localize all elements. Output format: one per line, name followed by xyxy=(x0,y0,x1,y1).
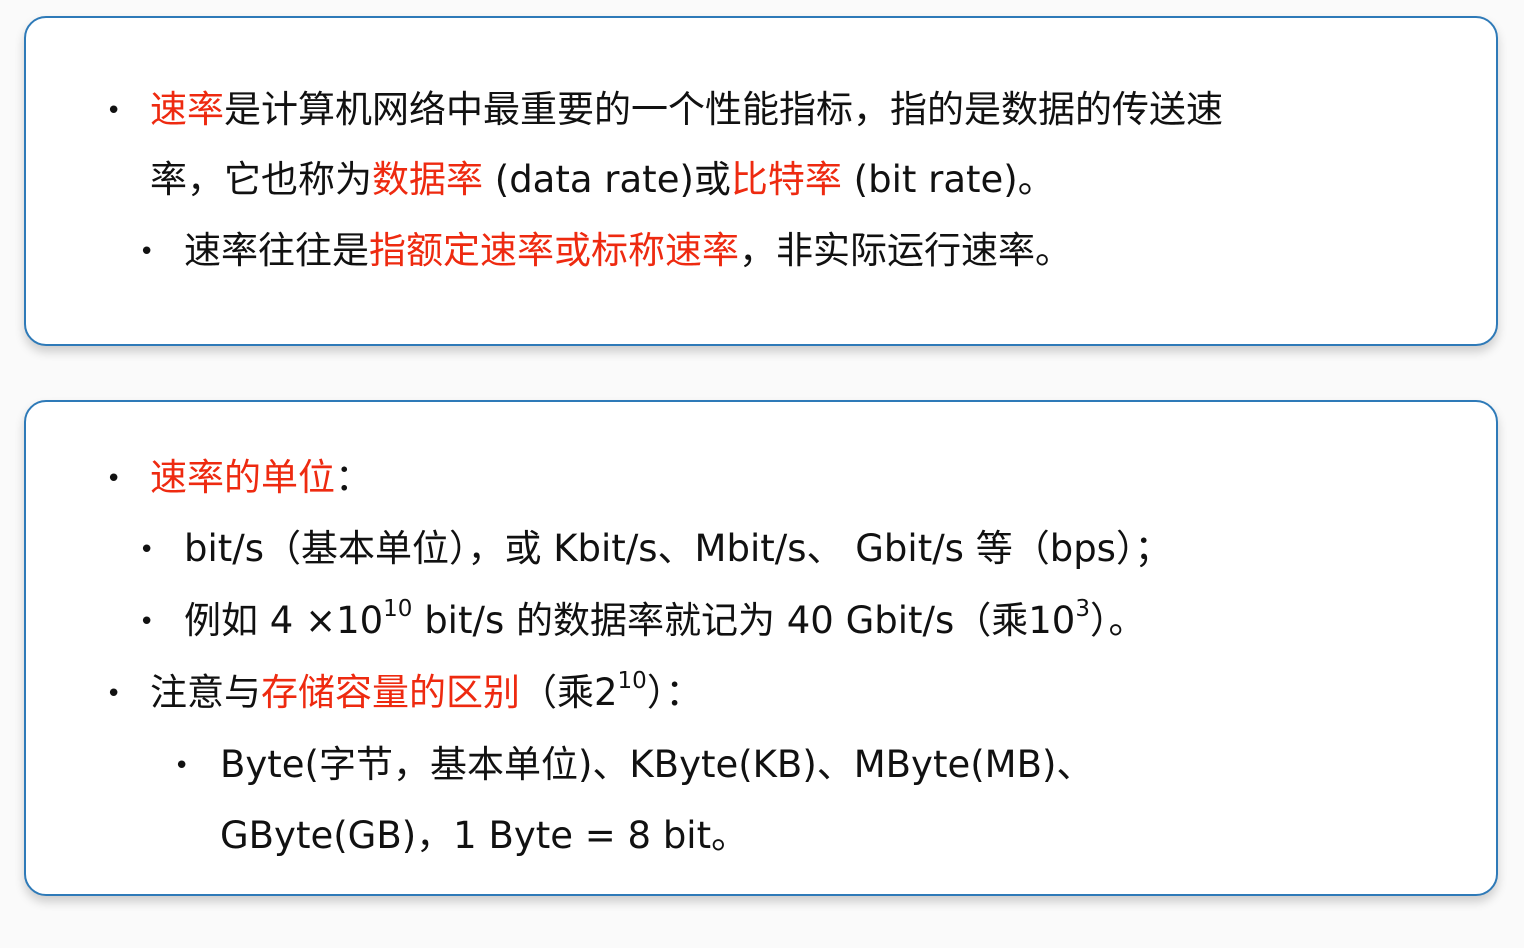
rate-example-exponent-b: 3 xyxy=(1075,595,1090,622)
rate-unit-list: bit/s（基本单位），或 Kbit/s、Mbit/s、 Gbit/s 等（bp… xyxy=(184,527,1172,570)
rate-unit-colon: ： xyxy=(335,456,372,499)
rated-rate-note: 速率往往是指额定速率或标称速率，非实际运行速率。 xyxy=(184,229,1072,273)
definition-panel: • 速率是计算机网络中最重要的一个性能指标，指的是数据的传送速 率，它也称为数据… xyxy=(24,16,1498,346)
storage-note: 注意与存储容量的区别（乘210）： xyxy=(150,667,703,715)
rate-example: 例如 4 ×1010 bit/s 的数据率就记为 40 Gbit/s（乘103）… xyxy=(184,595,1146,643)
bullet-marker: • xyxy=(106,464,122,494)
rate-example-exponent-a: 10 xyxy=(383,595,413,622)
bullet-marker: • xyxy=(106,96,122,126)
sub-bullet-marker: • xyxy=(139,607,155,637)
rate-definition-text: 是计算机网络中最重要的一个性能指标，指的是数据的传送速 xyxy=(224,88,1223,131)
data-rate-term: 数据率 xyxy=(372,158,483,201)
data-rate-english: (data rate)或 xyxy=(483,158,731,201)
rate-definition-line-2: 率，它也称为数据率 (data rate)或比特率 (bit rate)。 xyxy=(150,158,1055,202)
sub-bullet-marker: • xyxy=(139,237,155,267)
rate-definition-text-2: 率，它也称为 xyxy=(150,158,372,201)
storage-note-text-a: 注意与 xyxy=(150,671,261,714)
sub-bullet-marker: • xyxy=(139,535,155,565)
rated-rate-highlight: 指额定速率或标称速率 xyxy=(369,229,739,272)
units-panel: • 速率的单位： • bit/s（基本单位），或 Kbit/s、Mbit/s、 … xyxy=(24,400,1498,896)
storage-note-exponent: 10 xyxy=(617,667,647,694)
rate-example-text-c: ）。 xyxy=(1090,599,1146,642)
rated-rate-text-a: 速率往往是 xyxy=(184,229,369,272)
storage-capacity-highlight: 存储容量的区别 xyxy=(261,671,520,714)
bit-rate-english: (bit rate)。 xyxy=(841,158,1055,201)
byte-units-line-2: GByte(GB)，1 Byte = 8 bit。 xyxy=(220,814,749,857)
rate-example-text-a: 例如 4 ×10 xyxy=(184,599,384,642)
rate-unit-term: 速率的单位 xyxy=(150,456,335,499)
storage-note-text-c: ）： xyxy=(646,671,703,714)
bit-rate-term: 比特率 xyxy=(730,158,842,201)
byte-units-line-1: Byte(字节，基本单位)、KByte(KB)、MByte(MB)、 xyxy=(220,743,1094,786)
storage-note-text-b: （乘2 xyxy=(520,671,618,714)
rate-term: 速率 xyxy=(150,88,224,131)
rate-unit-heading: 速率的单位： xyxy=(150,456,372,500)
bullet-marker: • xyxy=(106,679,122,709)
rated-rate-text-b: ，非实际运行速率。 xyxy=(739,229,1072,272)
rate-example-text-b: bit/s 的数据率就记为 40 Gbit/s（乘10 xyxy=(412,599,1076,642)
sub-bullet-marker: • xyxy=(174,751,190,781)
rate-definition-line-1: 速率是计算机网络中最重要的一个性能指标，指的是数据的传送速 xyxy=(150,88,1223,132)
